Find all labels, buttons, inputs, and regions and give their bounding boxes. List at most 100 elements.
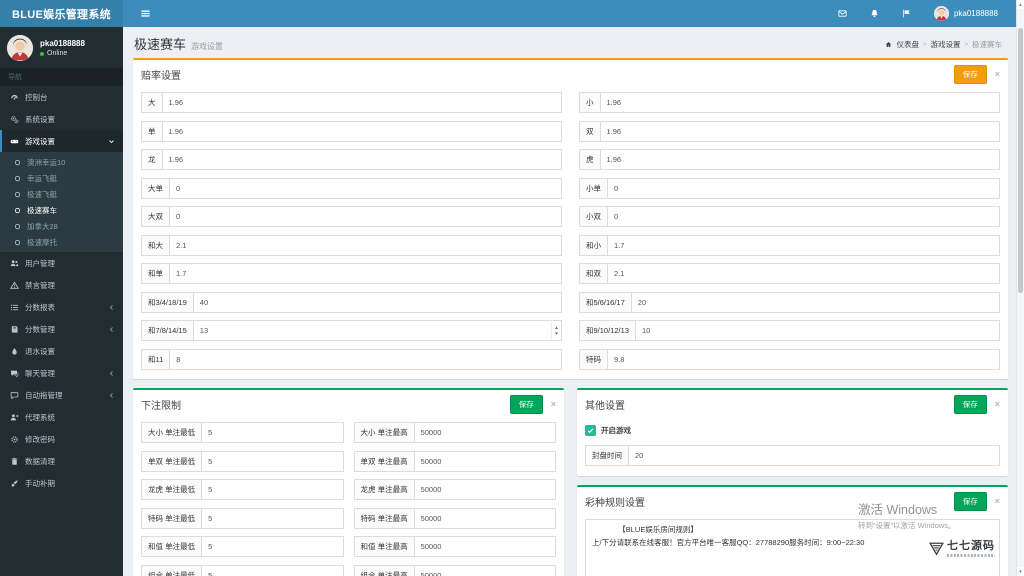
limit-input-zuhe-min[interactable] bbox=[201, 564, 344, 576]
odds-input-tema[interactable] bbox=[607, 348, 1000, 370]
scrollbar-up-arrow[interactable]: ▲ bbox=[1017, 0, 1024, 9]
odds-input-hu[interactable] bbox=[599, 149, 1000, 170]
limit-input-danshuang-max[interactable] bbox=[413, 450, 556, 472]
tasks-flag-icon[interactable] bbox=[902, 9, 911, 18]
limit-input-longhu-max[interactable] bbox=[413, 479, 556, 500]
odds-input-xiaoshuang[interactable] bbox=[607, 206, 1000, 227]
other-save-button[interactable]: 保存 bbox=[953, 395, 987, 414]
odds-input-heshuang[interactable] bbox=[607, 263, 1000, 284]
odds-field-he5-6-16-17: 和5/6/16/17 bbox=[579, 291, 1000, 313]
limit-input-hezhi-min[interactable] bbox=[201, 536, 344, 557]
sidebar-subitem-jianada28[interactable]: 加拿大28 bbox=[0, 218, 123, 234]
user-menu[interactable]: pka0188888 bbox=[933, 6, 998, 21]
odds-input-xiao[interactable] bbox=[599, 92, 1000, 113]
odds-input-shuang[interactable] bbox=[599, 120, 1000, 142]
enable-game-checkbox[interactable] bbox=[585, 425, 596, 436]
sidebar-item-mute-management[interactable]: 禁言管理 bbox=[0, 274, 123, 296]
breadcrumb-current: 极速赛车 bbox=[972, 40, 1002, 49]
messages-icon[interactable] bbox=[838, 9, 847, 18]
odds-input-heda[interactable] bbox=[169, 234, 562, 256]
close-icon[interactable]: × bbox=[995, 70, 1000, 79]
sidebar-subitem-jisufeiting[interactable]: 极速飞艇 bbox=[0, 186, 123, 202]
odds-input-da[interactable] bbox=[161, 92, 562, 113]
close-icon[interactable]: × bbox=[551, 400, 556, 409]
odds-input-xiaodan[interactable] bbox=[607, 177, 1000, 199]
scrollbar-thumb[interactable] bbox=[1018, 28, 1023, 293]
breadcrumb-game-settings[interactable]: 游戏设置 bbox=[930, 39, 960, 50]
sidebar-item-autobot-management[interactable]: 自动拖管理 bbox=[0, 384, 123, 406]
sidebar-item-manual-period[interactable]: 手动补期 bbox=[0, 472, 123, 494]
brush-icon bbox=[10, 479, 19, 488]
odds-input-he3-4-18-19[interactable] bbox=[192, 291, 562, 313]
odds-field-heshuang: 和双 bbox=[579, 263, 1000, 284]
sidebar-subitem-jisumotuo[interactable]: 极速摩托 bbox=[0, 234, 123, 250]
sidebar-subitem-aozhou10[interactable]: 澳洲幸运10 bbox=[0, 154, 123, 170]
limit-input-hezhi-max[interactable] bbox=[413, 536, 556, 557]
top-navbar: BLUE娱乐管理系统 pka0188888 bbox=[0, 0, 1024, 27]
window-scrollbar[interactable]: ▲ ▼ bbox=[1016, 0, 1024, 576]
dashboard-icon bbox=[10, 93, 19, 102]
sidebar-item-data-cleanup[interactable]: 数据清理 bbox=[0, 450, 123, 472]
limit-input-daxiao-max[interactable] bbox=[413, 422, 556, 443]
breadcrumb-home[interactable]: 仪表盘 bbox=[896, 39, 919, 50]
odds-field-hu: 虎 bbox=[579, 149, 1000, 170]
odds-field-xiaoshuang: 小双 bbox=[579, 206, 1000, 227]
notifications-icon[interactable] bbox=[870, 9, 879, 18]
scrollbar-down-arrow[interactable]: ▼ bbox=[1017, 567, 1024, 576]
chevron-left-icon bbox=[108, 304, 115, 311]
sidebar-subitem-xingyunfeiting[interactable]: 幸运飞艇 bbox=[0, 170, 123, 186]
odds-input-hedan[interactable] bbox=[169, 263, 562, 284]
odds-input-he5-6-16-17[interactable] bbox=[630, 291, 1000, 313]
other-panel-title: 其他设置 bbox=[585, 401, 625, 412]
odds-panel-title: 赔率设置 bbox=[141, 71, 181, 82]
sidebar-item-score-report[interactable]: 分数报表 bbox=[0, 296, 123, 318]
trash-icon bbox=[10, 457, 19, 466]
limit-field-daxiao-max: 大小 单注最高 bbox=[353, 422, 556, 443]
sidebar-item-label: 游戏设置 bbox=[25, 136, 55, 146]
rules-textarea[interactable]: 【BLUE娱乐房间规则】 上/下分请联系在线客服！官方平台唯一客服QQ：2778… bbox=[585, 519, 1000, 576]
book-icon bbox=[10, 325, 19, 334]
sidebar-item-change-password[interactable]: 修改密码 bbox=[0, 428, 123, 450]
sidebar-user-status: Online bbox=[40, 50, 85, 57]
limit-input-zuhe-max[interactable] bbox=[413, 564, 556, 576]
rules-save-button[interactable]: 保存 bbox=[953, 492, 987, 511]
close-icon[interactable]: × bbox=[995, 497, 1000, 506]
limit-field-longhu-min: 龙虎 单注最低 bbox=[141, 479, 344, 500]
odds-input-dadan[interactable] bbox=[169, 177, 562, 199]
sidebar-item-score-management[interactable]: 分数管理 bbox=[0, 318, 123, 340]
sidebar-item-label: 控制台 bbox=[25, 92, 48, 102]
limit-input-daxiao-min[interactable] bbox=[201, 422, 344, 443]
sidebar-item-chat-management[interactable]: 聊天管理 bbox=[0, 362, 123, 384]
number-spinner[interactable]: ▲ ▼ bbox=[551, 320, 562, 341]
sidebar-item-game-settings[interactable]: 游戏设置 bbox=[0, 130, 123, 152]
sidebar-item-system-settings[interactable]: 系统设置 bbox=[0, 108, 123, 130]
sidebar-user-panel: pka0188888 Online bbox=[0, 27, 123, 68]
odds-field-dan: 单 bbox=[141, 120, 562, 142]
odds-field-heda: 和大 bbox=[141, 234, 562, 256]
sidebar-toggle-button[interactable] bbox=[136, 0, 154, 27]
topbar-username: pka0188888 bbox=[953, 9, 998, 18]
app-logo[interactable]: BLUE娱乐管理系统 bbox=[0, 0, 123, 27]
odds-input-hexiao[interactable] bbox=[607, 234, 1000, 256]
sidebar-item-agent-system[interactable]: 代理系统 bbox=[0, 406, 123, 428]
close-icon[interactable]: × bbox=[995, 400, 1000, 409]
limit-input-danshuang-min[interactable] bbox=[201, 450, 344, 472]
odds-input-dashuang[interactable] bbox=[169, 206, 562, 227]
sidebar-item-console[interactable]: 控制台 bbox=[0, 86, 123, 108]
close-time-input[interactable] bbox=[628, 445, 1000, 466]
odds-input-long[interactable] bbox=[161, 149, 562, 170]
enable-game-label: 开启游戏 bbox=[601, 426, 631, 435]
odds-input-dan[interactable] bbox=[161, 120, 562, 142]
limits-save-button[interactable]: 保存 bbox=[509, 395, 543, 414]
sidebar-item-rebate-settings[interactable]: 退水设置 bbox=[0, 340, 123, 362]
sidebar-item-user-management[interactable]: 用户管理 bbox=[0, 252, 123, 274]
odds-input-he11[interactable] bbox=[169, 348, 562, 370]
circle-icon bbox=[14, 223, 21, 230]
limit-input-tema-max[interactable] bbox=[413, 507, 556, 529]
odds-input-he7-8-14-15[interactable] bbox=[192, 320, 551, 341]
limit-input-tema-min[interactable] bbox=[201, 507, 344, 529]
odds-input-he9-10-12-13[interactable] bbox=[634, 320, 1000, 341]
odds-save-button[interactable]: 保存 bbox=[953, 65, 987, 84]
limit-input-longhu-min[interactable] bbox=[201, 479, 344, 500]
sidebar-subitem-jisusaiche[interactable]: 极速赛车 bbox=[0, 202, 123, 218]
